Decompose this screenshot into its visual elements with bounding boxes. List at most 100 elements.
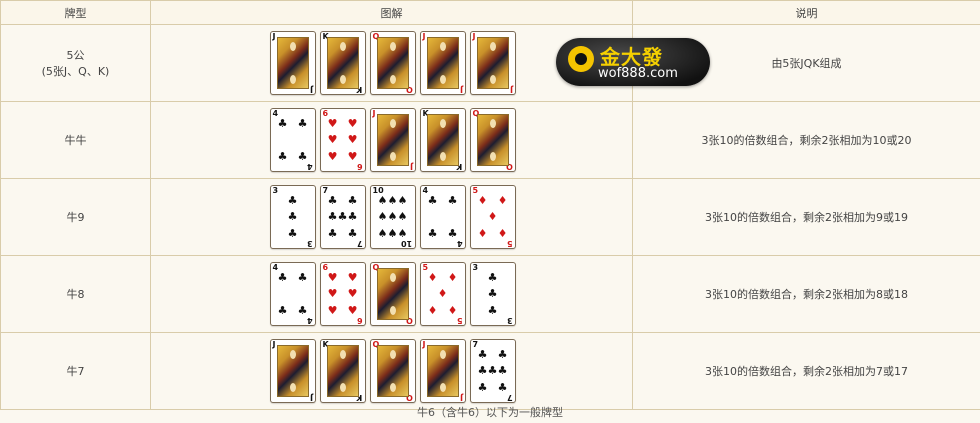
header-hand-type: 牌型 bbox=[0, 0, 151, 25]
face-card-portrait-icon bbox=[376, 114, 409, 166]
face-card-portrait-icon bbox=[426, 345, 459, 397]
playing-card: 7 7 ♣ ♣ ♣ ♣ ♣ ♣ ♣ bbox=[319, 185, 366, 249]
playing-card: QQ bbox=[369, 262, 416, 326]
suit-icon: ♣ bbox=[477, 381, 488, 395]
face-card-portrait-icon bbox=[476, 37, 509, 89]
suit-icon: ♥ bbox=[327, 133, 338, 147]
card-rank: 3 bbox=[306, 239, 313, 248]
hand-type-label: 牛9 bbox=[0, 178, 151, 256]
cards-cell: 3 3 ♣ ♣ ♣ 7 7 ♣ ♣ ♣ ♣ ♣ ♣ ♣ 10 10 ♠ ♠ ♠ ♠ ♠ ♠ ♠ ♠ ♠ ♠ 4 4 ♣ ♣ ♣ ♣ 5 5 ♦ ♦ ♦ ♦… bbox=[150, 178, 633, 256]
suit-icon: ♥ bbox=[327, 304, 338, 318]
table-row: 牛9 3 3 ♣ ♣ ♣ 7 7 ♣ ♣ ♣ ♣ ♣ ♣ ♣ 10 10 ♠ ♠ ♠ ♠ ♠ ♠ ♠ ♠ ♠ ♠ 4 4 ♣ ♣ ♣ ♣ 5 5 ♦… bbox=[0, 178, 980, 256]
card-group: JJKKQQJJ77♣♣♣♣♣♣♣ bbox=[151, 339, 632, 403]
suit-icon: ♣ bbox=[327, 193, 338, 207]
face-card-portrait-icon bbox=[426, 114, 459, 166]
card-rank: 5 bbox=[506, 239, 513, 248]
card-rank: 4 bbox=[306, 162, 313, 171]
card-rank: 7 bbox=[356, 239, 363, 248]
hand-type-cell: 5公 (5张J、Q、K) bbox=[0, 24, 151, 102]
suit-icon: ♣ bbox=[297, 304, 308, 318]
table-row: 牛8 44♣♣♣♣66♥♥♥♥♥♥QQ55♦♦♦♦♦33♣♣♣ 3张10的倍数组… bbox=[0, 255, 980, 333]
card-rank: J bbox=[459, 393, 463, 402]
face-card-portrait-icon bbox=[326, 37, 359, 89]
hand-type-label: 牛牛 bbox=[0, 101, 151, 179]
playing-card: 3 3 ♣ ♣ ♣ bbox=[269, 185, 316, 249]
suit-icon: ♦ bbox=[487, 210, 498, 224]
header-description: 说明 bbox=[632, 0, 980, 25]
face-card-portrait-icon bbox=[276, 37, 309, 89]
suit-icon: ♥ bbox=[327, 270, 338, 284]
card-rank: J bbox=[509, 85, 513, 94]
description-cell: 3张10的倍数组合，剩余2张相加为10或20 bbox=[632, 101, 980, 179]
card-rank: J bbox=[459, 85, 463, 94]
suit-icon: ♣ bbox=[297, 270, 308, 284]
card-pips: ♥ ♥ ♥ ♥ ♥ ♥ bbox=[328, 269, 358, 319]
card-rank: J bbox=[422, 340, 426, 349]
playing-card: 6 6 ♥ ♥ ♥ ♥ ♥ ♥ bbox=[319, 262, 366, 326]
suit-icon: ♦ bbox=[497, 193, 508, 207]
table-row: 5公 (5张J、Q、K) JJKKQQJJJJ 由5张JQK组成 bbox=[0, 24, 980, 102]
suit-icon: ♥ bbox=[347, 116, 358, 130]
suit-icon: ♣ bbox=[297, 116, 308, 130]
logo-url: wof888.com bbox=[598, 66, 678, 81]
suit-icon: ♦ bbox=[477, 193, 488, 207]
card-rank: J bbox=[422, 32, 426, 41]
suit-icon: ♣ bbox=[447, 227, 458, 241]
card-pips: ♣ ♣ ♣ ♣ bbox=[278, 269, 308, 319]
cards-cell: 44♣♣♣♣66♥♥♥♥♥♥QQ55♦♦♦♦♦33♣♣♣ bbox=[150, 255, 633, 333]
suit-icon: ♣ bbox=[347, 227, 358, 241]
card-pips: ♠ ♠ ♠ ♠ ♠ ♠ ♠ ♠ ♠ ♠ bbox=[378, 192, 408, 242]
suit-icon: ♣ bbox=[327, 210, 338, 224]
description-cell: 3张10的倍数组合，剩余2张相加为7或17 bbox=[632, 332, 980, 410]
suit-icon: ♠ bbox=[377, 193, 388, 207]
suit-icon: ♠ bbox=[377, 210, 388, 224]
suit-icon: ♣ bbox=[287, 193, 298, 207]
card-rank: 4 bbox=[456, 239, 463, 248]
suit-icon: ♣ bbox=[347, 210, 358, 224]
table-row: 牛7 JJKKQQJJ77♣♣♣♣♣♣♣ 3张10的倍数组合，剩余2张相加为7或… bbox=[0, 332, 980, 410]
suit-icon: ♠ bbox=[397, 227, 408, 241]
playing-card: QQ bbox=[469, 108, 516, 172]
cards-cell: 44♣♣♣♣66♥♥♥♥♥♥JJKKQQ bbox=[150, 101, 633, 179]
suit-icon: ♣ bbox=[277, 304, 288, 318]
suit-icon: ♠ bbox=[397, 210, 408, 224]
suit-icon: ♣ bbox=[327, 227, 338, 241]
suit-icon: ♥ bbox=[327, 150, 338, 164]
card-rank: J bbox=[272, 32, 276, 41]
card-group: 44♣♣♣♣66♥♥♥♥♥♥QQ55♦♦♦♦♦33♣♣♣ bbox=[151, 262, 632, 326]
suit-icon: ♣ bbox=[277, 150, 288, 164]
description-cell: 3张10的倍数组合，剩余2张相加为9或19 bbox=[632, 178, 980, 256]
suit-icon: ♥ bbox=[347, 150, 358, 164]
suit-icon: ♦ bbox=[497, 227, 508, 241]
card-rank: 3 bbox=[506, 316, 513, 325]
card-group: 3 3 ♣ ♣ ♣ 7 7 ♣ ♣ ♣ ♣ ♣ ♣ ♣ 10 10 ♠ ♠ ♠ ♠ ♠ ♠ ♠ ♠ ♠ ♠ 4 4 ♣ ♣ ♣ ♣ 5 5 ♦ ♦ ♦ ♦… bbox=[151, 185, 632, 249]
suit-icon: ♣ bbox=[497, 381, 508, 395]
face-card-portrait-icon bbox=[326, 345, 359, 397]
suit-icon: ♦ bbox=[447, 270, 458, 284]
playing-card: KK bbox=[419, 108, 466, 172]
suit-icon: ♣ bbox=[447, 193, 458, 207]
playing-card: KK bbox=[319, 31, 366, 95]
face-card-portrait-icon bbox=[276, 345, 309, 397]
face-card-portrait-icon bbox=[476, 114, 509, 166]
card-pips: ♣ ♣ ♣ ♣ bbox=[428, 192, 458, 242]
playing-card: 5 5 ♦ ♦ ♦ ♦ ♦ bbox=[469, 185, 516, 249]
playing-card: 4 4 ♣ ♣ ♣ ♣ bbox=[269, 262, 316, 326]
card-rank: J bbox=[409, 162, 413, 171]
playing-card: 4 4 ♣ ♣ ♣ ♣ bbox=[269, 108, 316, 172]
suit-icon: ♣ bbox=[347, 193, 358, 207]
card-pips: ♣ ♣ ♣ ♣ bbox=[278, 115, 308, 165]
playing-card: 5 5 ♦ ♦ ♦ ♦ ♦ bbox=[419, 262, 466, 326]
suit-icon: ♣ bbox=[487, 287, 498, 301]
card-rank: 7 bbox=[506, 393, 513, 402]
suit-icon: ♣ bbox=[487, 304, 498, 318]
card-pips: ♦ ♦ ♦ ♦ ♦ bbox=[428, 269, 458, 319]
suit-icon: ♣ bbox=[287, 210, 298, 224]
playing-card: JJ bbox=[269, 31, 316, 95]
suit-icon: ♦ bbox=[437, 287, 448, 301]
playing-card: JJ bbox=[269, 339, 316, 403]
suit-icon: ♦ bbox=[427, 304, 438, 318]
playing-card: JJ bbox=[369, 108, 416, 172]
card-rank: J bbox=[309, 393, 313, 402]
card-group: 44♣♣♣♣66♥♥♥♥♥♥JJKKQQ bbox=[151, 108, 632, 172]
